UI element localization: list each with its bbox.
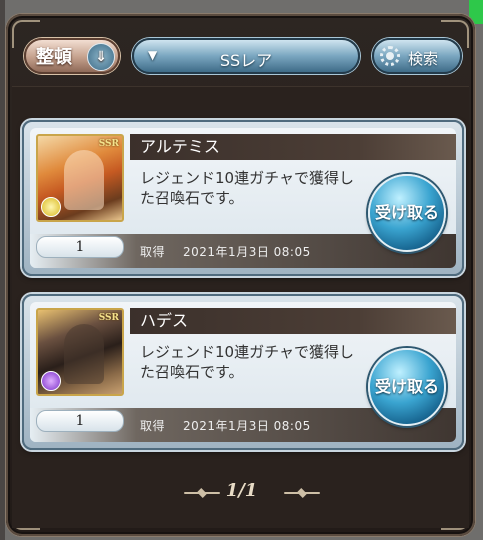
ornament-right-icon (284, 490, 320, 496)
pagination: 1/1 (0, 480, 483, 506)
sort-button-label: 整頓 (36, 47, 72, 68)
rarity-filter-value: SSレア (219, 51, 273, 70)
item-name: ハデス (130, 308, 456, 334)
item-description: レジェンド10連ガチャで獲得した召喚石です。 (140, 343, 354, 381)
background-window-edge (0, 0, 5, 540)
rarity-badge: SSR (98, 313, 119, 323)
item-description: レジェンド10連ガチャで獲得した召喚石です。 (140, 169, 354, 207)
page-indicator: 1/1 (225, 480, 258, 501)
search-button-label: 検索 (408, 50, 439, 68)
list-item-body: アルテミス レジェンド10連ガチャで獲得した召喚石です。 取得 2021年1月3日… (30, 128, 456, 268)
summon-thumbnail[interactable]: SSR (36, 308, 124, 396)
list-item: ハデス レジェンド10連ガチャで獲得した召喚石です。 取得 2021年1月3日 0… (22, 294, 464, 450)
acquired-info: 取得 2021年1月3日 08:05 (140, 243, 311, 260)
rarity-badge: SSR (98, 139, 119, 149)
list-item-body: ハデス レジェンド10連ガチャで獲得した召喚石です。 取得 2021年1月3日 0… (30, 302, 456, 442)
character-art (64, 150, 104, 210)
receive-button[interactable]: 受け取る (368, 348, 446, 426)
rarity-filter-dropdown[interactable]: ▼ SSレア (132, 38, 360, 74)
chevrons-down-icon: ⇓ (87, 43, 115, 71)
light-element-icon (41, 197, 61, 217)
receive-button[interactable]: 受け取る (368, 174, 446, 252)
item-name: アルテミス (130, 134, 456, 160)
summon-thumbnail[interactable]: SSR (36, 134, 124, 222)
acquired-info: 取得 2021年1月3日 08:05 (140, 417, 311, 434)
acquired-date: 2021年1月3日 08:05 (183, 245, 311, 259)
acquired-date: 2021年1月3日 08:05 (183, 419, 311, 433)
dark-element-icon (41, 371, 61, 391)
character-art (64, 324, 104, 384)
sort-button[interactable]: 整頓 ⇓ (24, 38, 120, 74)
gear-icon (380, 46, 400, 66)
acquired-label: 取得 (140, 419, 166, 433)
acquired-label: 取得 (140, 245, 166, 259)
list-item: アルテミス レジェンド10連ガチャで獲得した召喚石です。 取得 2021年1月3日… (22, 120, 464, 276)
item-count: 1 (36, 410, 124, 432)
item-count: 1 (36, 236, 124, 258)
search-button[interactable]: 検索 (372, 38, 462, 74)
ornament-left-icon (184, 490, 220, 496)
